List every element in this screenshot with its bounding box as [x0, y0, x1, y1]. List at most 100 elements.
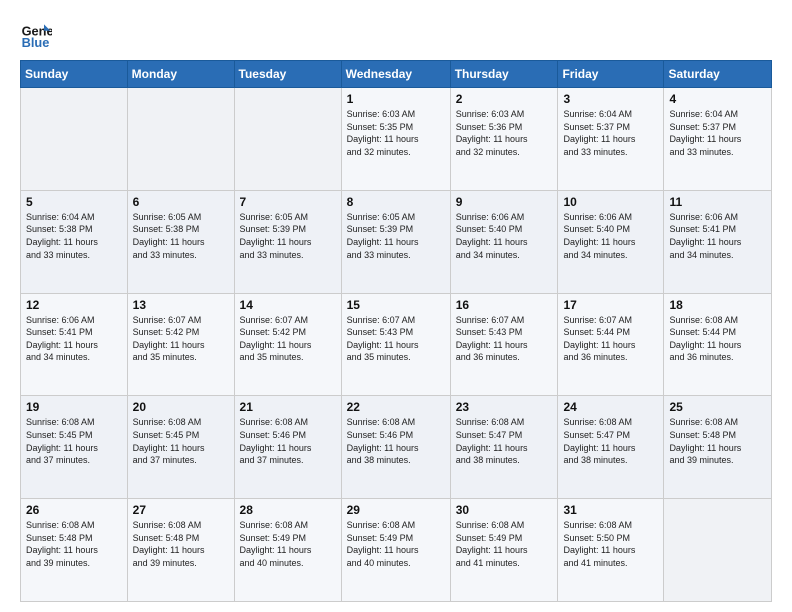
calendar-cell: 31 Sunrise: 6:08 AM Sunset: 5:50 PM Dayli…	[558, 499, 664, 602]
weekday-header-sunday: Sunday	[21, 61, 128, 88]
calendar-cell	[21, 88, 128, 191]
day-info: Sunrise: 6:06 AM Sunset: 5:41 PM Dayligh…	[669, 211, 766, 261]
day-info: Sunrise: 6:07 AM Sunset: 5:42 PM Dayligh…	[133, 314, 229, 364]
day-number: 1	[347, 92, 445, 106]
calendar-cell: 3Sunrise: 6:04 AM Sunset: 5:37 PM Daylig…	[558, 88, 664, 191]
day-number: 7	[240, 195, 336, 209]
calendar-cell: 16 Sunrise: 6:07 AM Sunset: 5:43 PM Dayli…	[450, 293, 558, 396]
day-number: 31	[563, 503, 658, 517]
calendar-cell: 10Sunrise: 6:06 AM Sunset: 5:40 PM Dayli…	[558, 190, 664, 293]
calendar-cell: 18 Sunrise: 6:08 AM Sunset: 5:44 PM Dayli…	[664, 293, 772, 396]
day-info: Sunrise: 6:03 AM Sunset: 5:35 PM Dayligh…	[347, 108, 445, 158]
calendar-cell: 7Sunrise: 6:05 AM Sunset: 5:39 PM Daylig…	[234, 190, 341, 293]
day-number: 12	[26, 298, 122, 312]
day-number: 4	[669, 92, 766, 106]
calendar-cell: 27Sunrise: 6:08 AM Sunset: 5:48 PM Dayli…	[127, 499, 234, 602]
day-number: 22	[347, 400, 445, 414]
calendar-cell: 9Sunrise: 6:06 AM Sunset: 5:40 PM Daylig…	[450, 190, 558, 293]
calendar-cell: 28 Sunrise: 6:08 AM Sunset: 5:49 PM Dayli…	[234, 499, 341, 602]
svg-text:Blue: Blue	[22, 35, 50, 50]
page-header: General Blue	[20, 18, 772, 50]
day-number: 14	[240, 298, 336, 312]
day-info: Sunrise: 6:08 AM Sunset: 5:47 PM Dayligh…	[456, 416, 553, 466]
day-number: 5	[26, 195, 122, 209]
calendar-cell	[127, 88, 234, 191]
day-number: 25	[669, 400, 766, 414]
calendar-cell: 26Sunrise: 6:08 AM Sunset: 5:48 PM Dayli…	[21, 499, 128, 602]
day-info: Sunrise: 6:08 AM Sunset: 5:49 PM Dayligh…	[456, 519, 553, 569]
calendar-cell: 21 Sunrise: 6:08 AM Sunset: 5:46 PM Dayli…	[234, 396, 341, 499]
calendar-cell: 12 Sunrise: 6:06 AM Sunset: 5:41 PM Dayli…	[21, 293, 128, 396]
calendar-cell: 22 Sunrise: 6:08 AM Sunset: 5:46 PM Dayli…	[341, 396, 450, 499]
day-info: Sunrise: 6:08 AM Sunset: 5:44 PM Dayligh…	[669, 314, 766, 364]
weekday-header-tuesday: Tuesday	[234, 61, 341, 88]
weekday-header-friday: Friday	[558, 61, 664, 88]
day-info: Sunrise: 6:06 AM Sunset: 5:40 PM Dayligh…	[563, 211, 658, 261]
day-number: 6	[133, 195, 229, 209]
calendar-week-3: 12 Sunrise: 6:06 AM Sunset: 5:41 PM Dayli…	[21, 293, 772, 396]
day-number: 11	[669, 195, 766, 209]
day-info: Sunrise: 6:08 AM Sunset: 5:49 PM Dayligh…	[347, 519, 445, 569]
day-info: Sunrise: 6:04 AM Sunset: 5:37 PM Dayligh…	[669, 108, 766, 158]
calendar-cell	[664, 499, 772, 602]
calendar-cell	[234, 88, 341, 191]
day-number: 17	[563, 298, 658, 312]
calendar-cell: 25Sunrise: 6:08 AM Sunset: 5:48 PM Dayli…	[664, 396, 772, 499]
day-info: Sunrise: 6:08 AM Sunset: 5:47 PM Dayligh…	[563, 416, 658, 466]
calendar-cell: 17 Sunrise: 6:07 AM Sunset: 5:44 PM Dayli…	[558, 293, 664, 396]
logo-icon: General Blue	[20, 18, 52, 50]
day-info: Sunrise: 6:08 AM Sunset: 5:45 PM Dayligh…	[133, 416, 229, 466]
calendar-cell: 24 Sunrise: 6:08 AM Sunset: 5:47 PM Dayli…	[558, 396, 664, 499]
day-info: Sunrise: 6:08 AM Sunset: 5:49 PM Dayligh…	[240, 519, 336, 569]
calendar-cell: 20 Sunrise: 6:08 AM Sunset: 5:45 PM Dayli…	[127, 396, 234, 499]
day-info: Sunrise: 6:08 AM Sunset: 5:45 PM Dayligh…	[26, 416, 122, 466]
day-info: Sunrise: 6:05 AM Sunset: 5:39 PM Dayligh…	[347, 211, 445, 261]
day-info: Sunrise: 6:08 AM Sunset: 5:50 PM Dayligh…	[563, 519, 658, 569]
calendar-cell: 1 Sunrise: 6:03 AM Sunset: 5:35 PM Daylig…	[341, 88, 450, 191]
calendar-cell: 11 Sunrise: 6:06 AM Sunset: 5:41 PM Dayli…	[664, 190, 772, 293]
calendar-week-5: 26 Sunrise: 6:08 AM Sunset: 5:48 PM Dayli…	[21, 499, 772, 602]
calendar-cell: 2Sunrise: 6:03 AM Sunset: 5:36 PM Daylig…	[450, 88, 558, 191]
calendar-table: SundayMondayTuesdayWednesdayThursdayFrid…	[20, 60, 772, 602]
calendar-week-2: 5 Sunrise: 6:04 AM Sunset: 5:38 PM Daylig…	[21, 190, 772, 293]
logo: General Blue	[20, 18, 56, 50]
calendar-cell: 14 Sunrise: 6:07 AM Sunset: 5:42 PM Dayli…	[234, 293, 341, 396]
calendar-cell: 29Sunrise: 6:08 AM Sunset: 5:49 PM Dayli…	[341, 499, 450, 602]
day-info: Sunrise: 6:07 AM Sunset: 5:44 PM Dayligh…	[563, 314, 658, 364]
calendar-cell: 19 Sunrise: 6:08 AM Sunset: 5:45 PM Dayli…	[21, 396, 128, 499]
day-number: 18	[669, 298, 766, 312]
calendar-cell: 13 Sunrise: 6:07 AM Sunset: 5:42 PM Dayli…	[127, 293, 234, 396]
day-number: 28	[240, 503, 336, 517]
day-info: Sunrise: 6:04 AM Sunset: 5:38 PM Dayligh…	[26, 211, 122, 261]
calendar-cell: 30 Sunrise: 6:08 AM Sunset: 5:49 PM Dayli…	[450, 499, 558, 602]
day-number: 8	[347, 195, 445, 209]
day-info: Sunrise: 6:08 AM Sunset: 5:48 PM Dayligh…	[133, 519, 229, 569]
day-info: Sunrise: 6:08 AM Sunset: 5:46 PM Dayligh…	[240, 416, 336, 466]
day-info: Sunrise: 6:05 AM Sunset: 5:38 PM Dayligh…	[133, 211, 229, 261]
day-info: Sunrise: 6:07 AM Sunset: 5:42 PM Dayligh…	[240, 314, 336, 364]
calendar-week-1: 1 Sunrise: 6:03 AM Sunset: 5:35 PM Daylig…	[21, 88, 772, 191]
day-number: 20	[133, 400, 229, 414]
day-info: Sunrise: 6:08 AM Sunset: 5:46 PM Dayligh…	[347, 416, 445, 466]
day-info: Sunrise: 6:06 AM Sunset: 5:40 PM Dayligh…	[456, 211, 553, 261]
weekday-header-row: SundayMondayTuesdayWednesdayThursdayFrid…	[21, 61, 772, 88]
calendar-week-4: 19 Sunrise: 6:08 AM Sunset: 5:45 PM Dayli…	[21, 396, 772, 499]
day-number: 16	[456, 298, 553, 312]
calendar-cell: 23 Sunrise: 6:08 AM Sunset: 5:47 PM Dayli…	[450, 396, 558, 499]
day-number: 15	[347, 298, 445, 312]
calendar-cell: 5 Sunrise: 6:04 AM Sunset: 5:38 PM Daylig…	[21, 190, 128, 293]
day-number: 26	[26, 503, 122, 517]
day-number: 13	[133, 298, 229, 312]
weekday-header-wednesday: Wednesday	[341, 61, 450, 88]
day-number: 24	[563, 400, 658, 414]
day-number: 30	[456, 503, 553, 517]
day-info: Sunrise: 6:07 AM Sunset: 5:43 PM Dayligh…	[456, 314, 553, 364]
calendar-cell: 6 Sunrise: 6:05 AM Sunset: 5:38 PM Daylig…	[127, 190, 234, 293]
day-number: 23	[456, 400, 553, 414]
day-info: Sunrise: 6:06 AM Sunset: 5:41 PM Dayligh…	[26, 314, 122, 364]
day-number: 21	[240, 400, 336, 414]
day-number: 19	[26, 400, 122, 414]
day-number: 2	[456, 92, 553, 106]
calendar-cell: 8 Sunrise: 6:05 AM Sunset: 5:39 PM Daylig…	[341, 190, 450, 293]
calendar-cell: 15Sunrise: 6:07 AM Sunset: 5:43 PM Dayli…	[341, 293, 450, 396]
